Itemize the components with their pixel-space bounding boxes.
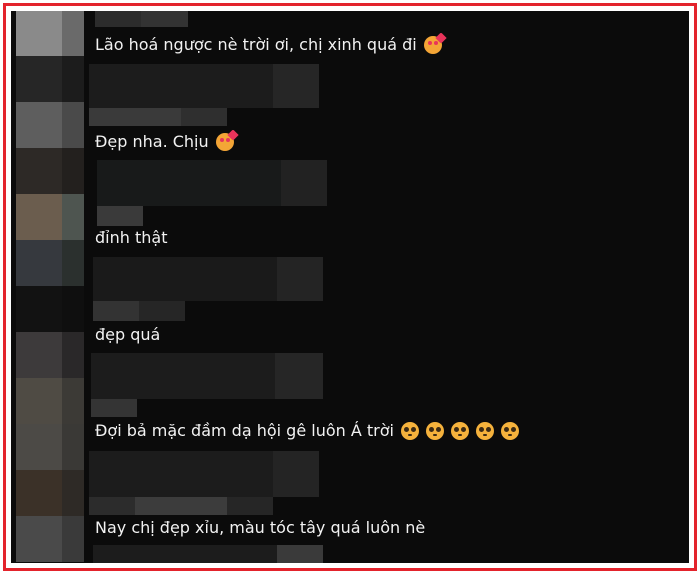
comment-list[interactable]: Lão hoá ngược nè trời ơi, chị xinh quá đ… bbox=[11, 11, 689, 563]
pleading-face-icon bbox=[450, 422, 469, 440]
comment: Nay chị đẹp xỉu, màu tóc tây quá luôn nè bbox=[95, 518, 425, 538]
comment-text: Đẹp nha. Chịu bbox=[95, 132, 209, 151]
smiling-face-with-hearts-icon bbox=[215, 133, 234, 151]
pleading-face-icon bbox=[400, 422, 419, 440]
comment-text: đẹp quá bbox=[95, 325, 161, 344]
screenshot-frame: Lão hoá ngược nè trời ơi, chị xinh quá đ… bbox=[3, 3, 697, 571]
avatar-column bbox=[16, 11, 84, 563]
comment: Lão hoá ngược nè trời ơi, chị xinh quá đ… bbox=[95, 35, 442, 55]
comment: Đẹp nha. Chịu bbox=[95, 132, 234, 152]
pleading-face-icon bbox=[500, 422, 519, 440]
comment: đẹp quá bbox=[95, 325, 160, 345]
smiling-face-with-hearts-icon bbox=[423, 36, 442, 54]
pleading-face-icon bbox=[475, 422, 494, 440]
comment-text: Lão hoá ngược nè trời ơi, chị xinh quá đ… bbox=[95, 35, 417, 54]
comment-text: đỉnh thật bbox=[95, 228, 168, 247]
comment: Đợi bả mặc đầm dạ hội gê luôn Á trời bbox=[95, 421, 519, 441]
comment: đỉnh thật bbox=[95, 228, 167, 248]
pleading-face-icon bbox=[425, 422, 444, 440]
comment-text: Đợi bả mặc đầm dạ hội gê luôn Á trời bbox=[95, 421, 394, 440]
comment-text: Nay chị đẹp xỉu, màu tóc tây quá luôn nè bbox=[95, 518, 426, 537]
